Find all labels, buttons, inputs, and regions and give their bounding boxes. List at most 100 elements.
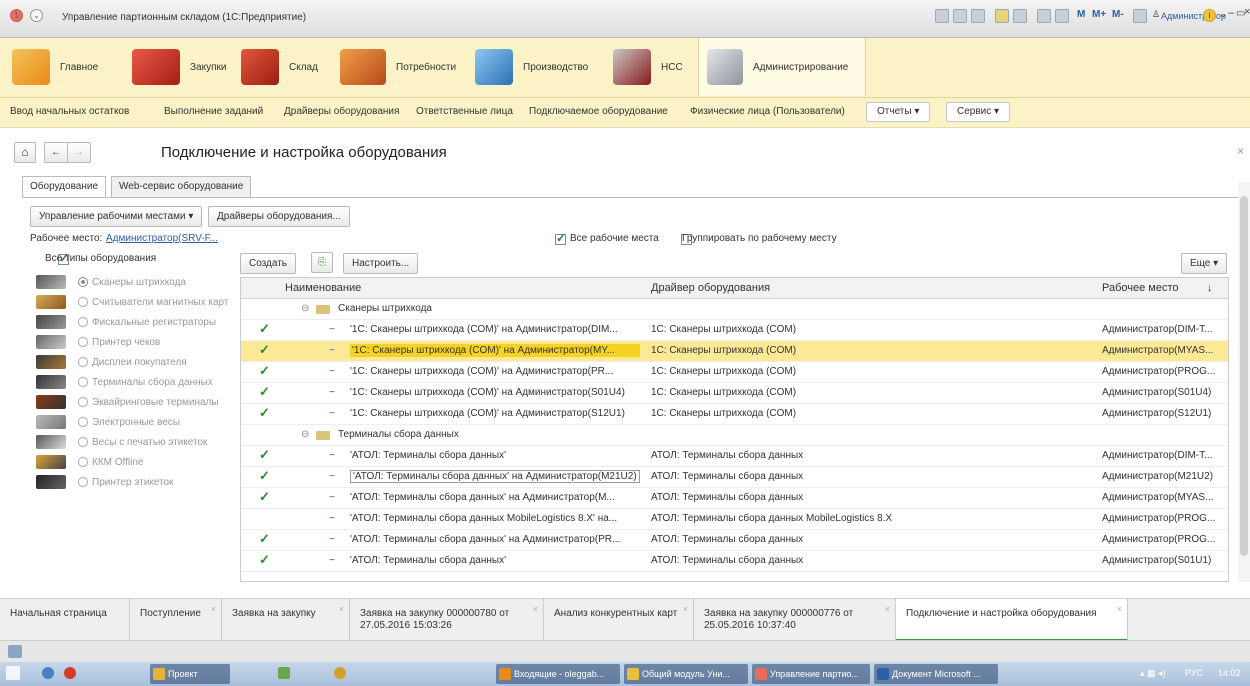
col-driver-header[interactable]: Драйвер оборудования: [651, 282, 770, 294]
cmd-equipment-drivers[interactable]: Драйверы оборудования: [284, 106, 399, 117]
window-layout-icon[interactable]: [1133, 9, 1147, 23]
close-tab-icon[interactable]: ×: [885, 603, 890, 615]
close-tab-icon[interactable]: ×: [683, 603, 688, 615]
tab-equipment[interactable]: Оборудование: [22, 176, 107, 198]
section-nss[interactable]: НСС: [605, 38, 691, 96]
taskbar-item-project[interactable]: Проект: [150, 664, 230, 684]
memory-m-button[interactable]: M: [1077, 9, 1085, 20]
close-icon[interactable]: ×: [1244, 6, 1250, 18]
open-tab-competitive-analysis[interactable]: Анализ конкурентных карт ×: [544, 599, 694, 641]
type-radio-0[interactable]: Сканеры штрихкода: [78, 272, 186, 292]
table-row[interactable]: ✓ − '1С: Сканеры штрихкода (COM)' на Админ…: [241, 383, 1228, 404]
table-row[interactable]: ✓ − '1С: Сканеры штрихкода (COM)' на Админ…: [241, 320, 1228, 341]
type-radio-2[interactable]: Фискальные регистраторы: [78, 312, 216, 332]
cell-place[interactable]: Администратор(S01U4): [1102, 387, 1222, 398]
minimize-icon[interactable]: –: [1228, 7, 1234, 19]
cmd-individuals-users[interactable]: Физические лица (Пользователи): [690, 106, 845, 117]
group-row[interactable]: ⊖ Терминалы сбора данных: [241, 425, 1228, 446]
type-radio-4[interactable]: Дисплеи покупателя: [78, 352, 187, 372]
close-tab-icon[interactable]: ×: [211, 603, 216, 615]
cell-name[interactable]: 'АТОЛ: Терминалы сбора данных MobileLogi…: [350, 513, 640, 524]
save-icon[interactable]: [935, 9, 949, 23]
table-row[interactable]: ✓ − 'АТОЛ: Терминалы сбора данных' АТОЛ: Те…: [241, 551, 1228, 572]
cmd-responsible-persons[interactable]: Ответственные лица: [416, 106, 513, 117]
table-row[interactable]: ✓ − 'АТОЛ: Терминалы сбора данных' на Адми…: [241, 467, 1228, 488]
col-place-header[interactable]: Рабочее место: [1102, 282, 1179, 294]
current-user[interactable]: Администратор: [1161, 11, 1226, 21]
workplace-link[interactable]: Администратор(SRV-F...: [106, 233, 218, 244]
start-icon[interactable]: [6, 666, 20, 680]
clock[interactable]: 14:02: [1218, 668, 1241, 678]
forward-button[interactable]: →: [67, 142, 91, 163]
type-radio-3[interactable]: Принтер чеков: [78, 332, 160, 352]
table-row[interactable]: ✓ − 'АТОЛ: Терминалы сбора данных' АТОЛ: Те…: [241, 446, 1228, 467]
section-administration[interactable]: Администрирование: [698, 38, 866, 96]
drivers-button[interactable]: Драйверы оборудования...: [208, 206, 350, 227]
open-tab-request-780[interactable]: Заявка на закупку 000000780 от 27.05.201…: [350, 599, 544, 641]
create-button[interactable]: Создать: [240, 253, 297, 274]
collapse-icon[interactable]: ⊖: [301, 303, 309, 314]
cell-place[interactable]: Администратор(PROG...: [1102, 366, 1222, 377]
cmd-connected-equipment[interactable]: Подключаемое оборудование: [529, 106, 668, 117]
cell-driver[interactable]: 1С: Сканеры штрихкода (COM): [651, 408, 1091, 419]
table-row[interactable]: ✓ − 'АТОЛ: Терминалы сбора данных' на Адми…: [241, 488, 1228, 509]
type-radio-1[interactable]: Считыватели магнитных карт: [78, 292, 228, 312]
chrome-icon[interactable]: [334, 667, 346, 679]
copy-add-icon[interactable]: ⎘: [311, 252, 333, 273]
taskbar-item-1c[interactable]: Управление партио...: [752, 664, 870, 684]
cell-driver[interactable]: АТОЛ: Терминалы сбора данных: [651, 492, 1091, 503]
configure-button[interactable]: Настроить...: [343, 253, 419, 274]
cell-place[interactable]: Администратор(MYAS...: [1102, 492, 1222, 503]
tab-web-service[interactable]: Web-сервис оборудование: [111, 176, 252, 198]
cell-name[interactable]: '1С: Сканеры штрихкода (COM)' на Админис…: [350, 408, 640, 419]
cell-place[interactable]: Администратор(PROG...: [1102, 513, 1222, 524]
type-radio-6[interactable]: Эквайринговые терминалы: [78, 392, 219, 412]
open-tab-request-776[interactable]: Заявка на закупку 000000776 от 25.05.201…: [694, 599, 896, 641]
calculator-icon[interactable]: [1055, 9, 1069, 23]
more-button[interactable]: Еще ▾: [1181, 253, 1228, 274]
cell-name[interactable]: 'АТОЛ: Терминалы сбора данных' на Админи…: [350, 492, 640, 503]
language-indicator[interactable]: РУС: [1185, 668, 1203, 678]
section-warehouse[interactable]: Склад: [233, 38, 326, 96]
section-purchases[interactable]: Закупки: [124, 38, 234, 96]
group-row[interactable]: ⊖ Сканеры штрихкода: [241, 299, 1228, 320]
cell-name[interactable]: 'АТОЛ: Терминалы сбора данных': [350, 555, 640, 566]
type-radio-5[interactable]: Терминалы сбора данных: [78, 372, 213, 392]
taskbar-item-word[interactable]: Документ Microsoft ...: [874, 664, 998, 684]
col-name-header[interactable]: Наименование: [285, 282, 361, 294]
table-row[interactable]: ✓ − '1С: Сканеры штрихкода (COM)' на Админ…: [241, 404, 1228, 425]
status-icon[interactable]: [8, 645, 22, 658]
type-radio-7[interactable]: Электронные весы: [78, 412, 180, 432]
cell-name[interactable]: '1С: Сканеры штрихкода (COM)' на Админис…: [350, 387, 640, 398]
taskbar-item-outlook[interactable]: Входящие - oleggab...: [496, 664, 620, 684]
cell-name[interactable]: '1С: Сканеры штрихкода (COM)' на Админис…: [350, 324, 640, 335]
all-workplaces-checkbox[interactable]: [555, 231, 566, 245]
cell-place[interactable]: Администратор(S12U1): [1102, 408, 1222, 419]
preview-icon[interactable]: [971, 9, 985, 23]
cell-driver[interactable]: 1С: Сканеры штрихкода (COM): [651, 345, 1091, 356]
close-tab-icon[interactable]: ×: [1117, 603, 1122, 615]
scrollbar-thumb[interactable]: [1240, 196, 1248, 556]
cell-place[interactable]: Администратор(S01U1): [1102, 555, 1222, 566]
browser-icon[interactable]: [42, 667, 54, 679]
app-logo-icon[interactable]: 1: [10, 9, 23, 22]
favorites-icon[interactable]: [995, 9, 1009, 23]
workplaces-button[interactable]: Управление рабочими местами ▾: [30, 206, 203, 227]
cmd-run-tasks[interactable]: Выполнение заданий: [164, 106, 263, 117]
equipment-table[interactable]: Наименование Драйвер оборудования Рабоче…: [240, 277, 1229, 582]
cell-name[interactable]: 'АТОЛ: Терминалы сбора данных': [350, 450, 640, 461]
table-row[interactable]: ✓ − '1С: Сканеры штрихкода (COM)' на Админ…: [241, 362, 1228, 383]
form-close-icon[interactable]: ×: [1237, 144, 1244, 158]
cell-place[interactable]: Администратор(DIM-T...: [1102, 450, 1222, 461]
service-dropdown[interactable]: Сервис ▾: [946, 102, 1011, 122]
type-radio-8[interactable]: Весы с печатью этикеток: [78, 432, 207, 452]
cell-driver[interactable]: 1С: Сканеры штрихкода (COM): [651, 324, 1091, 335]
cmd-initial-balances[interactable]: Ввод начальных остатков: [10, 106, 129, 117]
cell-place[interactable]: Администратор(MYAS...: [1102, 345, 1222, 356]
cell-driver[interactable]: АТОЛ: Терминалы сбора данных: [651, 555, 1091, 566]
dropdown-chevron-icon[interactable]: ⌄: [1219, 9, 1227, 20]
type-radio-9[interactable]: ККМ Offline: [78, 452, 143, 472]
sort-arrow-icon[interactable]: ↓: [1207, 282, 1213, 294]
open-tab-purchase-request[interactable]: Заявка на закупку ×: [222, 599, 350, 641]
tool-icon[interactable]: [278, 667, 290, 679]
